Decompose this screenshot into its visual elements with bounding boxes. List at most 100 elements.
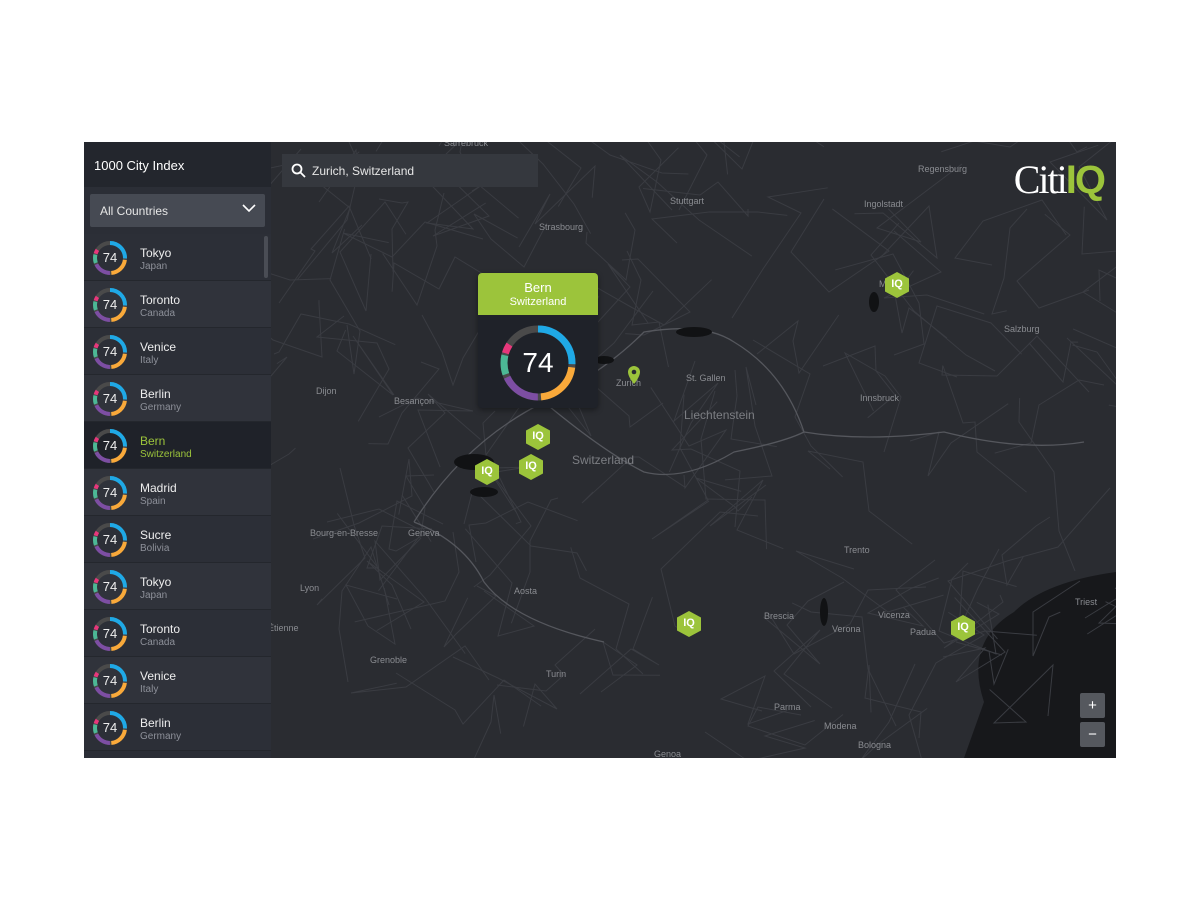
city-name: Bern (140, 434, 166, 448)
map-label: Triest (1075, 597, 1098, 607)
road (350, 645, 490, 694)
city-name: Tokyo (140, 575, 172, 589)
scrollbar[interactable] (264, 236, 268, 278)
location-pin-icon[interactable] (626, 365, 642, 385)
popup-city: Bern (524, 280, 552, 295)
road (496, 628, 596, 692)
city-marker[interactable]: IQ (474, 458, 500, 486)
city-name: Venice (140, 669, 177, 683)
road (409, 142, 411, 143)
city-score: 74 (102, 532, 118, 547)
road (954, 199, 1067, 266)
map-label: Bologna (858, 740, 892, 750)
city-name: Tokyo (140, 246, 172, 260)
map-label: Trento (844, 545, 870, 555)
road (1072, 269, 1116, 349)
road (464, 528, 536, 637)
city-score: 74 (102, 344, 118, 359)
search-value: Zurich, Switzerland (312, 164, 415, 178)
map-label: Aosta (514, 586, 538, 596)
road (763, 581, 845, 665)
road (1018, 398, 1076, 572)
list-item[interactable]: 74 Madrid Spain (84, 469, 271, 516)
city-marker[interactable]: IQ (676, 610, 702, 638)
map-label: Besançon (394, 396, 435, 406)
marker-label: IQ (683, 617, 695, 629)
road (407, 393, 481, 493)
city-score: 74 (102, 297, 118, 312)
list-item[interactable]: 74 Venice Italy (84, 328, 271, 375)
road (366, 560, 425, 632)
road (791, 602, 897, 727)
zoom-out-button[interactable]: − (1080, 722, 1105, 747)
country-filter-dropdown[interactable]: All Countries (90, 194, 265, 227)
lake (676, 327, 712, 337)
road (1016, 213, 1090, 309)
map-label: St. Gallen (686, 373, 726, 383)
country-name: Italy (140, 684, 159, 695)
city-marker[interactable]: IQ (525, 423, 551, 451)
city-name: Sucre (140, 528, 172, 542)
city-list: 74 Tokyo Japan 74 Toronto Canada 74 Veni… (84, 234, 271, 751)
citiiq-logo: CitiIQ (1013, 157, 1106, 202)
map-label: Parma (774, 702, 801, 712)
list-item[interactable]: 74 Tokyo Japan (84, 234, 271, 281)
map-label: Bourg-en-Bresse (310, 528, 379, 538)
map-label: Liechtenstein (684, 408, 755, 422)
map-label: Turin (546, 669, 567, 679)
road (795, 550, 944, 613)
marker-label: IQ (532, 430, 544, 442)
country-name: Japan (140, 261, 168, 272)
road (1028, 341, 1079, 384)
map-label: Innsbruck (860, 393, 900, 403)
list-item[interactable]: 74 Tokyo Japan (84, 563, 271, 610)
road (942, 365, 1027, 493)
list-item[interactable]: 74 Bern Switzerland (84, 422, 271, 469)
road (773, 629, 833, 709)
list-item[interactable]: 74 Sucre Bolivia (84, 516, 271, 563)
road (991, 208, 1028, 315)
marker-label: IQ (891, 278, 903, 290)
road (724, 366, 773, 481)
chevron-down-icon (242, 204, 256, 213)
list-item[interactable]: 74 Toronto Canada (84, 610, 271, 657)
country-name: Italy (140, 355, 159, 366)
country-name: Spain (140, 496, 166, 507)
city-marker[interactable]: IQ (950, 614, 976, 642)
city-marker[interactable]: IQ (884, 271, 910, 299)
road (1108, 404, 1116, 407)
road (443, 585, 497, 648)
list-item[interactable]: 74 Berlin Germany (84, 704, 271, 751)
search-input[interactable]: Zurich, Switzerland (282, 154, 538, 187)
city-name: Toronto (140, 293, 181, 307)
city-marker[interactable]: IQ (518, 453, 544, 481)
road (650, 211, 788, 244)
marker-label: IQ (481, 465, 493, 477)
map-label: Padua (910, 627, 937, 637)
filter-value: All Countries (100, 204, 169, 218)
city-score: 74 (102, 673, 118, 688)
road (941, 142, 1019, 153)
list-item[interactable]: 74 Toronto Canada (84, 281, 271, 328)
map-label: Dijon (316, 386, 337, 396)
road (713, 142, 825, 170)
list-item[interactable]: 74 Berlin Germany (84, 375, 271, 422)
list-item[interactable]: 74 Venice Italy (84, 657, 271, 704)
country-name: Switzerland (140, 449, 192, 460)
road (1069, 142, 1088, 153)
map-label: Grenoble (370, 655, 408, 665)
city-name: Berlin (140, 387, 171, 401)
city-score: 74 (102, 250, 118, 265)
city-score: 74 (102, 579, 118, 594)
map-label: Regensburg (918, 164, 968, 174)
city-score: 74 (102, 485, 118, 500)
zoom-in-button[interactable]: + (1080, 693, 1105, 718)
map-label: Genoa (654, 749, 682, 758)
map-label: Modena (824, 721, 857, 731)
road (463, 488, 587, 572)
city-name: Madrid (140, 481, 177, 495)
road (704, 720, 815, 758)
city-score: 74 (102, 626, 118, 641)
city-score: 74 (102, 391, 118, 406)
country-name: Canada (140, 637, 176, 648)
